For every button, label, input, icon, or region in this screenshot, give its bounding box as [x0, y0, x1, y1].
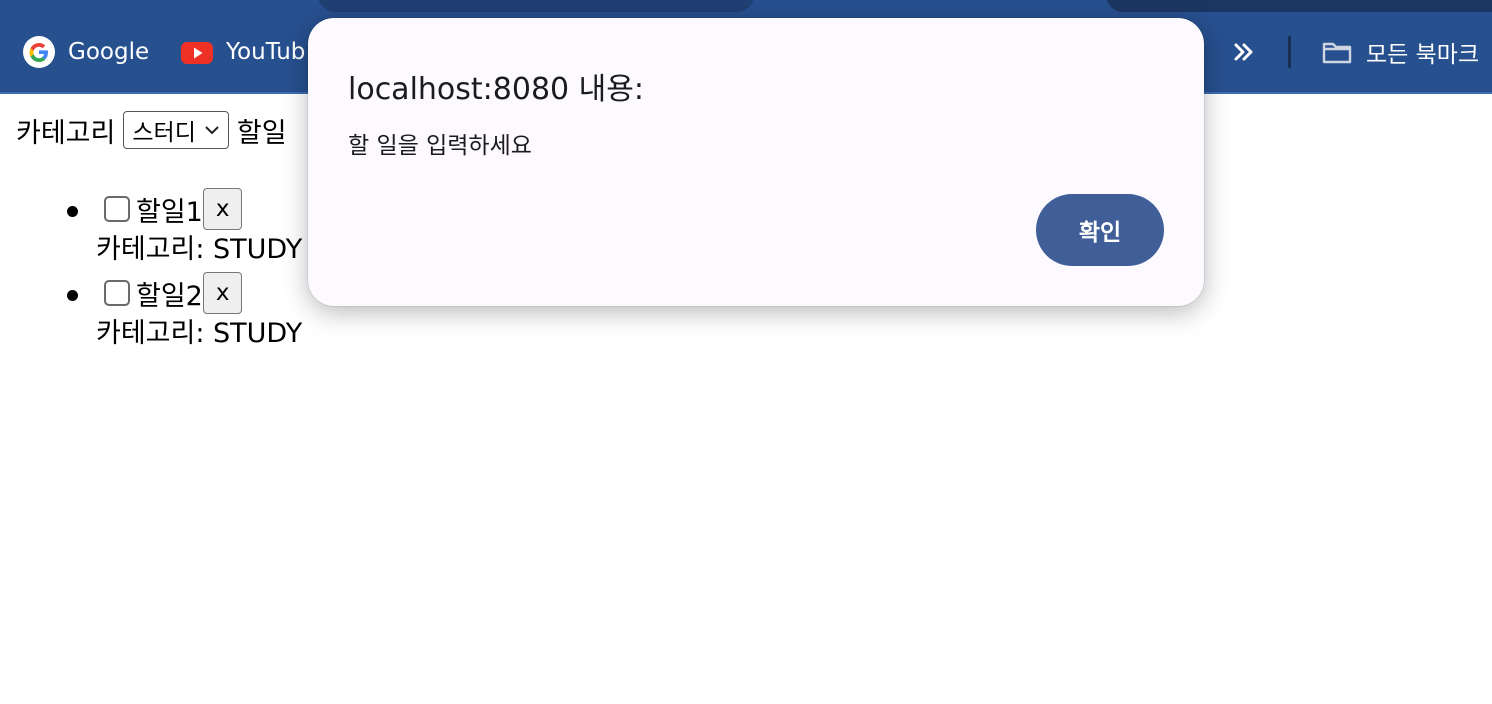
todo-label: 할일: [236, 117, 287, 149]
todo-checkbox[interactable]: [104, 280, 130, 306]
dialog-title: localhost:8080 내용:: [348, 72, 644, 107]
category-select[interactable]: 스터디: [123, 111, 229, 149]
delete-todo-button[interactable]: x: [202, 188, 243, 230]
todo-form: 카테고리 스터디 할일: [16, 110, 287, 150]
bookmarks-overflow-button[interactable]: [1226, 30, 1262, 74]
chevron-down-icon: [205, 126, 219, 135]
bookmark-google[interactable]: Google: [22, 30, 149, 74]
ok-button[interactable]: 확인: [1036, 194, 1164, 266]
all-bookmarks-label: 모든 북마크: [1366, 42, 1480, 68]
google-icon: [23, 36, 55, 68]
bookmark-youtube-label: YouTub: [226, 39, 306, 65]
all-bookmarks-button[interactable]: 모든 북마크: [1320, 30, 1479, 74]
category-select-value: 스터디: [132, 120, 196, 146]
bookmark-youtube[interactable]: YouTub: [180, 30, 305, 74]
chevron-double-right-icon: [1234, 43, 1253, 61]
list-bullet: [67, 290, 78, 301]
todo-title: 할일1: [136, 196, 203, 228]
browser-tab-strip-right: [1106, 0, 1492, 12]
browser-tab-strip-left: [318, 0, 754, 12]
dialog-message: 할 일을 입력하세요: [348, 133, 532, 159]
todo-checkbox[interactable]: [104, 196, 130, 222]
bookmarks-divider: [1288, 36, 1291, 68]
alert-dialog: localhost:8080 내용: 할 일을 입력하세요 확인: [308, 18, 1204, 306]
folder-icon: [1322, 42, 1352, 64]
list-bullet: [67, 206, 78, 217]
category-label: 카테고리: [16, 117, 116, 149]
todo-category: 카테고리: STUDY: [96, 318, 303, 349]
delete-todo-button[interactable]: x: [202, 272, 243, 314]
bookmark-google-label: Google: [68, 39, 150, 65]
todo-title: 할일2: [136, 280, 203, 312]
youtube-icon: [181, 42, 213, 64]
